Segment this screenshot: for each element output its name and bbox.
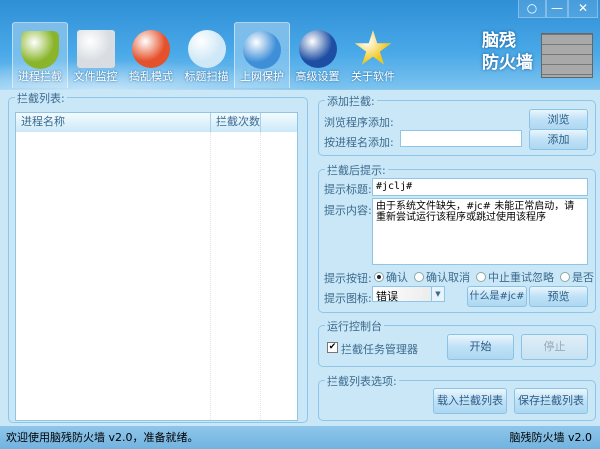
tab-magnifier[interactable]: 标题扫描: [179, 22, 235, 88]
prompt-content-textarea[interactable]: 由于系统文件缺失，#jc# 未能正常启动，请重新尝试运行该程序或跳过使用该程序: [372, 198, 588, 265]
status-version: 脑残防火墙 v2.0: [509, 431, 593, 444]
header-toolbar: ○ — ✕ 进程拦截 文件监控 捣乱模式 标题扫描 上网保护 高级设置 关于软件 脑残 防火墙: [0, 0, 600, 90]
prompt-button-option[interactable]: 是否: [560, 271, 594, 284]
column-header-filler: [261, 113, 297, 132]
status-text: 欢迎使用脑残防火墙 v2.0，准备就绪。: [6, 431, 199, 444]
tab-label: 捣乱模式: [129, 70, 173, 83]
close-button[interactable]: ✕: [568, 0, 598, 18]
browse-button[interactable]: 浏览: [529, 109, 588, 130]
prompt-button-option[interactable]: 确认取消: [414, 271, 470, 284]
prompt-icon-select[interactable]: 错误 ▼: [372, 286, 445, 303]
tab-label: 进程拦截: [18, 70, 62, 83]
prompt-button-option[interactable]: 中止重试忽略: [476, 271, 554, 284]
column-divider: [260, 132, 261, 420]
block-list-table[interactable]: 进程名称 拦截次数: [15, 112, 298, 421]
logo-line1: 脑残: [482, 31, 516, 51]
start-button[interactable]: 开始: [447, 334, 514, 360]
minimize-button[interactable]: —: [546, 0, 568, 18]
prompt-icon-label: 提示图标:: [324, 292, 372, 305]
column-divider: [210, 132, 211, 420]
tab-label: 关于软件: [351, 70, 395, 83]
radio-label: 确认: [386, 271, 408, 284]
tab-key[interactable]: 高级设置: [290, 22, 346, 88]
prohibited-icon: [132, 30, 170, 68]
star-icon: [354, 30, 392, 65]
radio-icon[interactable]: [414, 272, 424, 282]
block-list-legend: 拦截列表:: [15, 90, 67, 106]
tab-prohibited[interactable]: 捣乱模式: [123, 22, 179, 88]
column-header-process-name[interactable]: 进程名称: [16, 113, 211, 132]
documents-icon: [76, 30, 115, 68]
logo: 脑残 防火墙: [482, 30, 533, 74]
what-is-jc-button[interactable]: 什么是#jc#: [467, 286, 527, 307]
prompt-content-label: 提示内容:: [324, 204, 372, 217]
radio-icon[interactable]: [374, 272, 384, 282]
prompt-legend: 拦截后提示:: [325, 162, 388, 178]
radio-label: 确认取消: [426, 271, 470, 284]
chevron-down-icon[interactable]: ▼: [431, 287, 444, 301]
tab-label: 高级设置: [295, 70, 340, 83]
tab-shield[interactable]: 进程拦截: [12, 22, 68, 88]
list-options-legend: 拦截列表选项:: [325, 373, 399, 389]
brick-wall-icon: [541, 33, 593, 78]
tab-globe[interactable]: 上网保护: [234, 22, 290, 88]
globe-icon: [243, 31, 281, 69]
key-icon: [298, 30, 337, 68]
radio-icon[interactable]: [476, 272, 486, 282]
logo-line2: 防火墙: [482, 53, 533, 73]
browse-label: 浏览程序添加:: [324, 116, 394, 129]
prompt-button-option[interactable]: 确认: [374, 271, 408, 284]
process-name-label: 按进程名添加:: [324, 136, 394, 149]
add-block-legend: 添加拦截:: [325, 93, 377, 109]
add-button[interactable]: 添加: [529, 129, 588, 150]
taskmgr-label: 拦截任务管理器: [341, 343, 418, 356]
console-legend: 运行控制台: [325, 318, 384, 334]
prompt-icon-value: 错误: [376, 290, 398, 303]
taskmgr-checkbox[interactable]: ✔: [327, 342, 338, 353]
stop-button: 停止: [521, 334, 588, 360]
radio-label: 是否: [572, 271, 594, 284]
tab-label: 上网保护: [240, 70, 284, 83]
process-name-input[interactable]: [400, 130, 522, 147]
feedback-icon[interactable]: ○: [518, 0, 546, 18]
shield-icon: [21, 31, 59, 69]
tab-label: 标题扫描: [184, 70, 229, 83]
prompt-title-input[interactable]: #jclj#: [372, 178, 588, 196]
load-list-button[interactable]: 载入拦截列表: [433, 388, 507, 414]
radio-label: 中止重试忽略: [488, 271, 554, 284]
prompt-buttons-label: 提示按钮:: [324, 272, 372, 285]
prompt-title-label: 提示标题:: [324, 183, 372, 196]
radio-icon[interactable]: [560, 272, 570, 282]
magnifier-icon: [187, 30, 226, 68]
preview-button[interactable]: 预览: [529, 286, 588, 307]
tab-documents[interactable]: 文件监控: [68, 22, 124, 88]
column-header-block-count[interactable]: 拦截次数: [211, 113, 261, 132]
status-bar: 欢迎使用脑残防火墙 v2.0，准备就绪。 脑残防火墙 v2.0: [0, 426, 600, 449]
save-list-button[interactable]: 保存拦截列表: [514, 388, 588, 414]
tab-label: 文件监控: [73, 70, 118, 83]
tab-star[interactable]: 关于软件: [345, 22, 401, 88]
